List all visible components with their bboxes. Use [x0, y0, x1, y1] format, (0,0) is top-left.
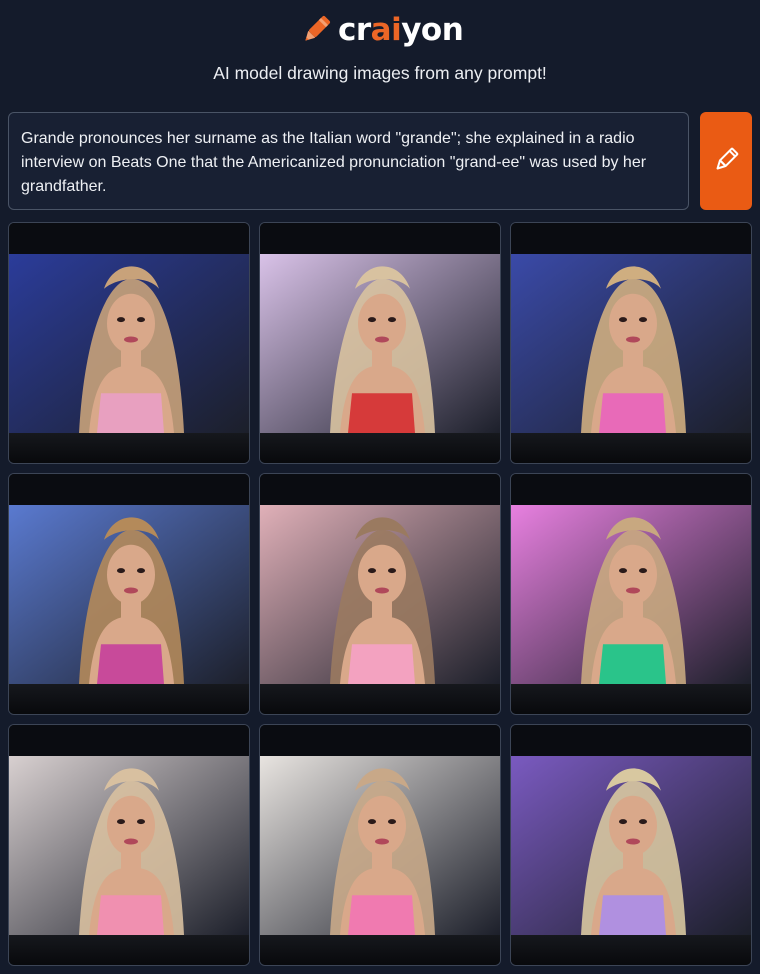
image-letterbox-bottom [260, 935, 500, 965]
image-content [260, 505, 500, 684]
generated-image-8[interactable] [259, 724, 501, 966]
image-letterbox-bottom [260, 684, 500, 714]
craiyon-logo[interactable]: craiyon [298, 10, 464, 50]
image-content [511, 505, 751, 684]
image-letterbox-bottom [9, 684, 249, 714]
image-content [511, 254, 751, 433]
prompt-input[interactable]: Grande pronounces her surname as the Ita… [8, 112, 689, 210]
image-letterbox-bottom [9, 433, 249, 463]
generated-image-4[interactable] [8, 473, 250, 715]
image-letterbox-bottom [511, 433, 751, 463]
generated-image-9[interactable] [510, 724, 752, 966]
image-letterbox-top [9, 223, 249, 254]
image-content [260, 254, 500, 433]
pencil-logo-icon [298, 12, 334, 48]
image-letterbox-top [260, 223, 500, 254]
image-letterbox-bottom [260, 433, 500, 463]
tagline: AI model drawing images from any prompt! [213, 63, 547, 83]
image-letterbox-bottom [511, 935, 751, 965]
pencil-icon [712, 146, 740, 177]
generated-image-1[interactable] [8, 222, 250, 464]
results-grid [8, 222, 752, 966]
generated-image-7[interactable] [8, 724, 250, 966]
image-letterbox-bottom [511, 684, 751, 714]
generated-image-5[interactable] [259, 473, 501, 715]
image-content [9, 756, 249, 935]
generated-image-2[interactable] [259, 222, 501, 464]
image-letterbox-top [9, 725, 249, 756]
header: craiyon AI model drawing images from any… [0, 0, 760, 100]
draw-button[interactable] [700, 112, 752, 210]
generated-image-6[interactable] [510, 473, 752, 715]
image-letterbox-top [511, 223, 751, 254]
image-content [9, 254, 249, 433]
image-letterbox-bottom [9, 935, 249, 965]
image-letterbox-top [511, 725, 751, 756]
image-letterbox-top [9, 474, 249, 505]
image-letterbox-top [260, 474, 500, 505]
image-content [9, 505, 249, 684]
image-content [511, 756, 751, 935]
image-content [260, 756, 500, 935]
logo-wordmark: craiyon [338, 12, 464, 48]
generated-image-3[interactable] [510, 222, 752, 464]
image-letterbox-top [511, 474, 751, 505]
image-letterbox-top [260, 725, 500, 756]
